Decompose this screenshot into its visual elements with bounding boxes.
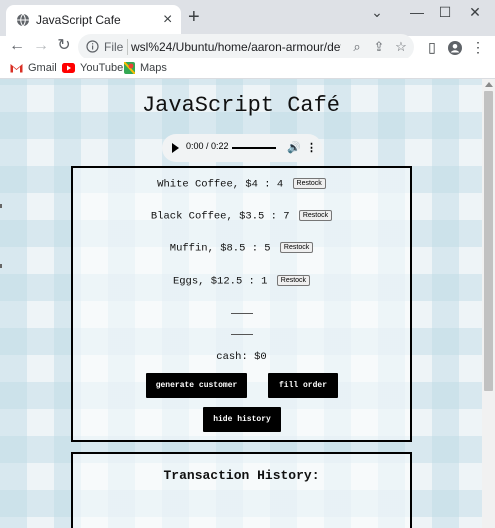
browser-toolbar: ← → ↻ File wsl%24/Ubuntu/home/aaron-armo… xyxy=(0,34,495,60)
bookmark-label: Maps xyxy=(140,62,167,74)
bookmark-gmail[interactable]: Gmail xyxy=(10,60,57,76)
bookmark-maps[interactable]: Maps xyxy=(124,60,167,76)
generate-customer-button[interactable]: generate customer xyxy=(146,373,247,398)
menu-item-row: Eggs, $12.5 : 1 Restock xyxy=(73,275,410,287)
share-icon[interactable]: ⇪ xyxy=(370,38,388,56)
restock-button[interactable]: Restock xyxy=(279,242,314,253)
bookmark-label: YouTube xyxy=(80,62,124,74)
tab-close-icon[interactable]: × xyxy=(163,11,172,29)
menu-item-row: White Coffee, $4 : 4 Restock xyxy=(73,178,410,190)
protocol-label: File xyxy=(104,40,124,54)
profile-avatar-icon[interactable] xyxy=(445,36,465,58)
audio-options-icon[interactable]: ⋮ xyxy=(306,141,317,155)
hide-history-button[interactable]: hide history xyxy=(203,407,281,432)
maps-icon xyxy=(124,62,135,75)
page-scrollbar[interactable] xyxy=(482,79,495,528)
cafe-panel: White Coffee, $4 : 4 Restock Black Coffe… xyxy=(71,166,412,442)
edge-mark xyxy=(0,204,2,208)
audio-time: 0:00 / 0:22 xyxy=(186,141,229,151)
info-icon[interactable] xyxy=(86,40,99,53)
menu-item-row: Black Coffee, $3.5 : 7 Restock xyxy=(73,210,410,222)
scroll-up-arrow-icon[interactable] xyxy=(485,82,493,87)
audio-progress-slider[interactable] xyxy=(232,147,276,149)
url-separator xyxy=(127,39,128,55)
restock-button[interactable]: Restock xyxy=(292,178,326,189)
customer-order-placeholder xyxy=(231,313,253,314)
close-window-button[interactable]: ✕ xyxy=(455,0,495,26)
back-arrow-icon[interactable]: ← xyxy=(6,36,28,58)
play-icon[interactable] xyxy=(172,143,179,153)
tab-search-icon[interactable]: ⌄ xyxy=(357,0,397,26)
page-viewport: JavaScript Café 0:00 / 0:22 🔊 ⋮ White Co… xyxy=(0,79,482,528)
cash-display: cash: $0 xyxy=(216,351,267,363)
forward-arrow-icon[interactable]: → xyxy=(30,36,52,58)
bookmark-label: Gmail xyxy=(28,62,57,74)
menu-item-text: Black Coffee, $3.5 : 7 xyxy=(150,210,290,223)
tab-bar: JavaScript Cafe × + ⌄ — ☐ ✕ xyxy=(0,0,495,36)
menu-kebab-icon[interactable]: ⋮ xyxy=(468,36,488,58)
bookmark-youtube[interactable]: YouTube xyxy=(62,60,123,76)
menu-item-text: Eggs, $12.5 : 1 xyxy=(172,275,268,288)
restock-button[interactable]: Restock xyxy=(276,275,311,286)
address-bar[interactable]: File wsl%24/Ubuntu/home/aaron-armour/dev… xyxy=(78,34,414,60)
browser-tab[interactable]: JavaScript Cafe × xyxy=(6,5,181,36)
side-panel-icon[interactable]: ▯ xyxy=(422,36,442,58)
menu-item-text: White Coffee, $4 : 4 xyxy=(157,178,284,191)
new-tab-button[interactable]: + xyxy=(188,7,200,27)
scroll-thumb[interactable] xyxy=(484,91,493,391)
tab-title: JavaScript Cafe xyxy=(36,13,121,27)
history-title: Transaction History: xyxy=(163,468,320,483)
menu-item-row: Muffin, $8.5 : 5 Restock xyxy=(73,242,410,254)
volume-icon[interactable]: 🔊 xyxy=(287,141,301,155)
youtube-icon xyxy=(62,63,75,74)
bookmark-star-icon[interactable]: ☆ xyxy=(392,38,410,56)
order-status-placeholder xyxy=(231,334,253,335)
bookmarks-bar: Gmail YouTube Maps xyxy=(0,58,495,79)
audio-player[interactable]: 0:00 / 0:22 🔊 ⋮ xyxy=(162,134,322,162)
zoom-icon[interactable]: ⌕ xyxy=(348,38,366,56)
transaction-history-panel: Transaction History: xyxy=(71,452,412,528)
edge-mark xyxy=(0,264,2,268)
globe-icon xyxy=(17,13,29,27)
restock-button[interactable]: Restock xyxy=(298,210,333,221)
fill-order-button[interactable]: fill order xyxy=(268,373,338,398)
url-text[interactable]: wsl%24/Ubuntu/home/aaron-armour/devaca..… xyxy=(131,40,341,54)
reload-icon[interactable]: ↻ xyxy=(53,36,75,58)
gmail-icon xyxy=(10,64,23,73)
page-title: JavaScript Café xyxy=(141,93,341,118)
menu-item-text: Muffin, $8.5 : 5 xyxy=(169,242,271,255)
